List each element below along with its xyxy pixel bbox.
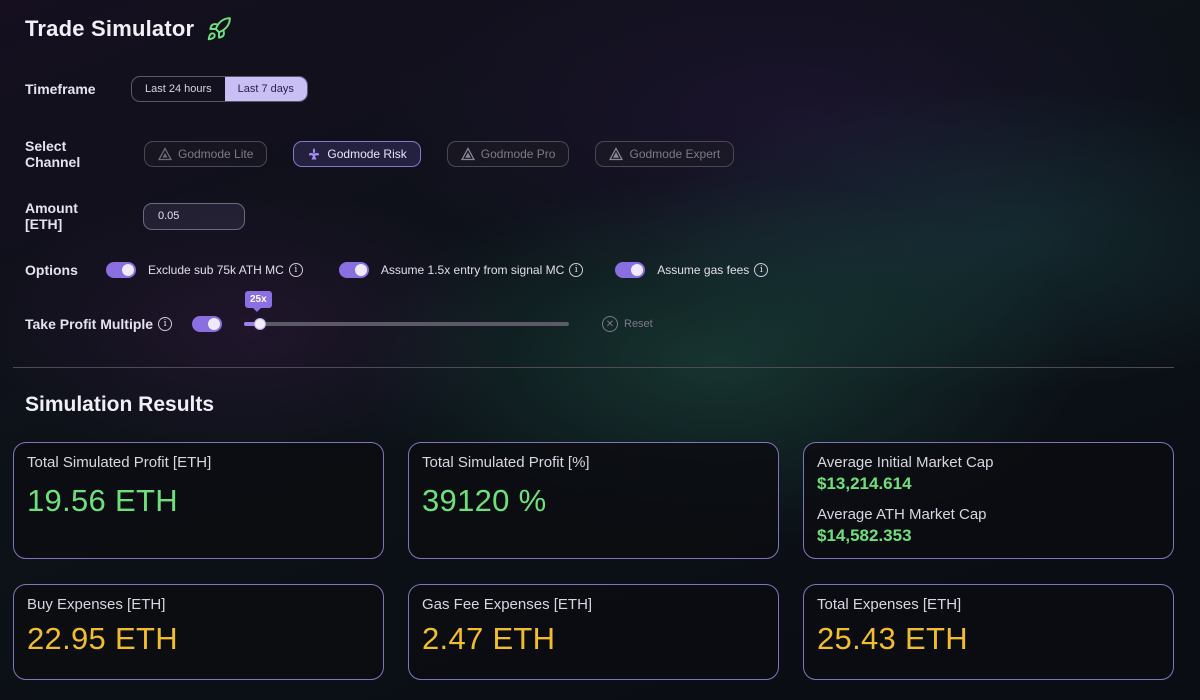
channel-label: Select Channel (25, 138, 81, 170)
godmode-expert-icon (609, 147, 624, 161)
divider (13, 367, 1174, 368)
timeframe-label: Timeframe (25, 81, 96, 97)
channel-godmode-lite-label: Godmode Lite (178, 147, 254, 161)
channel-godmode-expert-label: Godmode Expert (629, 147, 721, 161)
info-icon[interactable]: i (569, 263, 584, 277)
card-total-profit-percent: Total Simulated Profit [%] 39120 % (408, 442, 779, 559)
card-total-profit-eth: Total Simulated Profit [ETH] 19.56 ETH (13, 442, 384, 559)
timeframe-option-24h[interactable]: Last 24 hours (132, 77, 225, 101)
timeframe-segmented-control: Last 24 hours Last 7 days (131, 76, 308, 102)
take-profit-slider[interactable]: 25x (244, 287, 569, 337)
channel-godmode-pro-label: Godmode Pro (480, 147, 556, 161)
slider-thumb[interactable] (254, 318, 267, 330)
card-label: Buy Expenses [ETH] (27, 596, 166, 613)
info-icon[interactable]: i (158, 317, 173, 331)
channel-row: Select Channel Godmode Lite Godmode Risk… (25, 138, 735, 170)
page-title: Trade Simulator (25, 16, 195, 41)
card-value: 19.56 ETH (27, 483, 178, 518)
options-label: Options (25, 262, 78, 278)
info-icon[interactable]: i (288, 263, 303, 277)
take-profit-row: Take Profit Multiple i (25, 316, 223, 332)
amount-label: Amount [ETH] (25, 200, 78, 232)
avg-initial-mc-label: Average Initial Market Cap (817, 454, 994, 471)
channel-godmode-risk[interactable]: Godmode Risk (293, 141, 421, 167)
card-total-expenses: Total Expenses [ETH] 25.43 ETH (803, 584, 1174, 680)
amount-row: Amount [ETH] (25, 200, 245, 232)
option-exclude-sub-75k: Exclude sub 75k ATH MC i (106, 262, 303, 278)
card-value: 25.43 ETH (817, 621, 968, 656)
avg-initial-mc-value: $13,214.614 (817, 474, 912, 493)
card-value: 39120 % (422, 483, 547, 518)
card-gas-fee-expenses: Gas Fee Expenses [ETH] 2.47 ETH (408, 584, 779, 680)
avg-ath-mc-label: Average ATH Market Cap (817, 506, 987, 523)
card-label: Gas Fee Expenses [ETH] (422, 596, 593, 613)
assume-1-5x-entry-toggle[interactable] (338, 262, 369, 278)
card-label: Total Simulated Profit [ETH] (27, 454, 212, 471)
take-profit-toggle[interactable] (192, 316, 223, 332)
channel-godmode-risk-label: Godmode Risk (327, 147, 407, 161)
card-value: 2.47 ETH (422, 621, 556, 656)
card-label: Total Simulated Profit [%] (422, 454, 590, 471)
trade-simulator-page: Trade Simulator Timeframe Last 24 hours … (0, 0, 1200, 700)
channel-options: Godmode Lite Godmode Risk Godmode Pro Go… (144, 141, 735, 167)
avg-ath-mc-value: $14,582.353 (817, 526, 912, 545)
slider-track[interactable] (244, 318, 569, 330)
channel-godmode-lite[interactable]: Godmode Lite (144, 141, 268, 167)
channel-godmode-expert[interactable]: Godmode Expert (595, 141, 735, 167)
assume-gas-fees-toggle[interactable] (615, 262, 646, 278)
exclude-sub-75k-label: Exclude sub 75k ATH MC (148, 263, 284, 277)
reset-button[interactable]: ✕ Reset (602, 316, 653, 332)
close-circle-icon: ✕ (602, 316, 618, 332)
options-row: Options Exclude sub 75k ATH MC i Assume … (25, 262, 769, 278)
fleur-de-lis-icon (307, 147, 321, 161)
slider-value-tooltip: 25x (245, 291, 272, 312)
option-assume-gas-fees: Assume gas fees i (615, 262, 769, 278)
card-value: 22.95 ETH (27, 621, 178, 656)
channel-godmode-pro[interactable]: Godmode Pro (446, 141, 570, 167)
take-profit-label: Take Profit Multiple (25, 316, 154, 332)
godmode-pro-icon (460, 147, 475, 161)
timeframe-row: Timeframe Last 24 hours Last 7 days (25, 76, 308, 102)
rocket-icon (206, 16, 232, 42)
godmode-lite-icon (157, 147, 173, 161)
assume-gas-fees-label: Assume gas fees (657, 263, 750, 277)
timeframe-option-7d[interactable]: Last 7 days (224, 77, 307, 101)
option-assume-1-5x-entry: Assume 1.5x entry from signal MC i (338, 262, 584, 278)
assume-1-5x-entry-label: Assume 1.5x entry from signal MC (380, 263, 565, 277)
card-market-cap: Average Initial Market Cap $13,214.614 A… (803, 442, 1174, 559)
info-icon[interactable]: i (754, 263, 769, 277)
results-title: Simulation Results (25, 393, 215, 416)
card-buy-expenses: Buy Expenses [ETH] 22.95 ETH (13, 584, 384, 680)
card-label: Total Expenses [ETH] (817, 596, 962, 613)
amount-input[interactable] (143, 202, 245, 230)
title-row: Trade Simulator (25, 16, 232, 42)
exclude-sub-75k-toggle[interactable] (106, 262, 136, 278)
reset-label: Reset (624, 318, 653, 330)
